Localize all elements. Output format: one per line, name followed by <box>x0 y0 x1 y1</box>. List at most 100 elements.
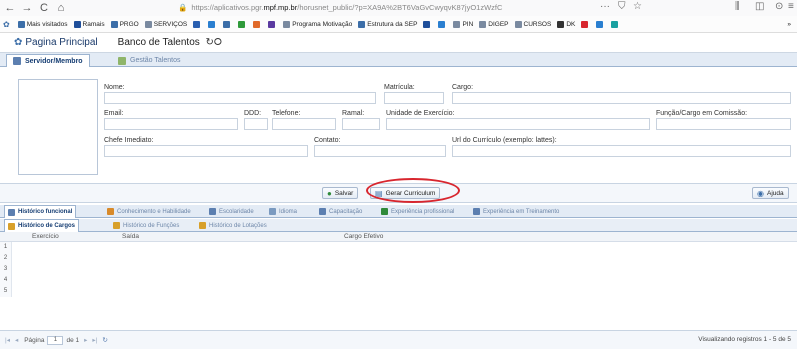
back-arrow-icon[interactable]: ← <box>3 1 17 15</box>
bookmark-item[interactable]: DK <box>557 20 576 28</box>
sidebar-icon[interactable]: ◫ <box>755 1 764 12</box>
home-icon[interactable]: ⌂ <box>54 1 68 15</box>
refresh-icon[interactable]: ↻⭘ <box>206 37 222 48</box>
bookmark-item[interactable]: Ramais <box>73 20 105 28</box>
bookmark-item[interactable] <box>208 20 217 28</box>
next-page-icon[interactable]: ▸ <box>84 336 87 344</box>
pager: |◂ ◂ Página 1 de 1 ▸ ▸| ↻ Visualizando r… <box>0 330 797 349</box>
bookmark-item[interactable] <box>223 20 232 28</box>
email-field[interactable] <box>104 118 238 130</box>
bookmark-star-icon[interactable]: ☆ <box>633 1 642 12</box>
ramal-label: Ramal: <box>342 110 365 117</box>
tab-servidor-membro[interactable]: Servidor/Membro <box>6 54 90 67</box>
reload-icon[interactable]: C <box>37 1 51 15</box>
prev-page-icon[interactable]: ◂ <box>15 336 18 344</box>
home-link[interactable]: ✿ Pagina Principal <box>14 37 98 48</box>
history-tab[interactable]: Conhecimento e Habilidade <box>104 205 194 218</box>
history-tab[interactable]: Capacitação <box>316 205 365 218</box>
bookmark-item[interactable]: Programa Motivação <box>283 20 352 28</box>
circle-icon <box>557 20 565 28</box>
history-tab[interactable]: Histórico funcional <box>4 205 77 218</box>
forward-arrow-icon[interactable]: → <box>20 1 34 15</box>
bookmark-label: DK <box>566 20 576 28</box>
row-number: 2 <box>0 253 12 264</box>
history-tab[interactable]: Idioma <box>266 205 300 218</box>
bookmark-item[interactable]: PRGO <box>110 20 139 28</box>
talent-icon <box>118 56 126 65</box>
save-icon: ● <box>327 188 332 198</box>
rainbow-icon <box>253 20 261 28</box>
bookmark-item[interactable] <box>253 20 262 28</box>
column-header[interactable]: Cargo Efetivo <box>344 233 383 240</box>
matricula-field[interactable] <box>384 92 444 104</box>
history-tab[interactable]: Experiência em Treinamento <box>470 205 562 218</box>
bookmark-item[interactable]: Estrutura da SEP <box>358 20 417 28</box>
tab-icon <box>381 208 388 215</box>
telefone-label: Telefone: <box>272 110 301 117</box>
bookmark-item[interactable] <box>438 20 447 28</box>
url-prefix: https://aplicativos.pgr. <box>191 3 264 12</box>
history-tab-label: Conhecimento e Habilidade <box>117 208 191 215</box>
funcao-field[interactable] <box>656 118 791 130</box>
column-header[interactable]: Exercício <box>32 233 59 240</box>
refresh-icon[interactable]: ↻ <box>102 336 107 344</box>
ramal-field[interactable] <box>342 118 380 130</box>
arrows-icon <box>596 20 604 28</box>
bookmark-item[interactable] <box>611 20 620 28</box>
account-icon[interactable]: ⊙ <box>775 1 783 12</box>
page-input[interactable]: 1 <box>47 335 64 345</box>
bookmark-item[interactable]: PIN <box>453 20 473 28</box>
history-tab[interactable]: Escolaridade <box>206 205 257 218</box>
history-subtab[interactable]: Histórico de Cargos <box>4 219 80 232</box>
contato-field[interactable] <box>314 145 446 157</box>
library-icon[interactable]: ⫼ <box>735 1 740 12</box>
bookmark-item[interactable] <box>581 20 590 28</box>
bookmark-item[interactable] <box>596 20 605 28</box>
pocket-icon[interactable]: ⛉ <box>618 1 626 12</box>
unidade-label: Unidade de Exercício: <box>386 110 455 117</box>
column-header[interactable]: Saída <box>122 233 139 240</box>
save-label: Salvar <box>334 189 354 197</box>
tab-gestao-talentos[interactable]: Gestão Talentos <box>112 54 186 67</box>
email-label: Email: <box>104 110 124 117</box>
history-tab-label: Histórico funcional <box>18 209 73 215</box>
telefone-field[interactable] <box>272 118 336 130</box>
nome-field[interactable] <box>104 92 376 104</box>
history-tab[interactable]: Experiência profissional <box>378 205 457 218</box>
history-subtab[interactable]: Histórico de Funções <box>110 219 182 232</box>
menu-icon[interactable]: ≡ <box>788 1 794 12</box>
help-label: Ajuda <box>766 189 784 197</box>
bookmark-item[interactable]: Mais visitados <box>17 20 68 28</box>
bookmark-item[interactable] <box>193 20 202 28</box>
save-button[interactable]: ● Salvar <box>322 187 359 199</box>
url-domain: mpf.mp.br <box>263 3 298 12</box>
help-button[interactable]: ◉ Ajuda <box>752 187 789 199</box>
bookmark-label: Ramais <box>82 20 105 28</box>
cargo-field[interactable] <box>452 92 791 104</box>
url-curriculo-field[interactable] <box>452 145 791 157</box>
bookmark-item[interactable]: CURSOS <box>514 20 552 28</box>
photo-frame <box>18 79 98 175</box>
cargo-label: Cargo: <box>452 84 474 91</box>
globe-icon <box>438 20 446 28</box>
grid-body: 12345 <box>0 242 797 326</box>
more-bookmarks-icon[interactable]: » <box>787 21 791 28</box>
folder-icon <box>479 20 487 28</box>
gear-icon: ✿ <box>14 37 23 48</box>
first-page-icon[interactable]: |◂ <box>5 336 10 344</box>
bookmark-item[interactable]: DIGEP <box>479 20 509 28</box>
chefe-field[interactable] <box>104 145 308 157</box>
bookmark-label: CURSOS <box>523 20 552 28</box>
bookmark-item[interactable]: SERVIÇOS <box>144 20 187 28</box>
bookmark-item[interactable] <box>238 20 247 28</box>
tab-icon <box>8 222 15 230</box>
last-page-icon[interactable]: ▸| <box>92 336 97 344</box>
bookmark-item[interactable] <box>423 20 432 28</box>
ddd-field[interactable] <box>244 118 268 130</box>
history-subtab[interactable]: Histórico de Lotações <box>196 219 270 232</box>
unidade-field[interactable] <box>386 118 650 130</box>
blue-dot-icon <box>193 20 201 28</box>
url-bar[interactable]: 🔒 https://aplicativos.pgr. mpf.mp.br /ho… <box>178 1 598 14</box>
page-actions-icon[interactable]: ··· <box>600 1 610 12</box>
bookmark-item[interactable] <box>268 20 277 28</box>
